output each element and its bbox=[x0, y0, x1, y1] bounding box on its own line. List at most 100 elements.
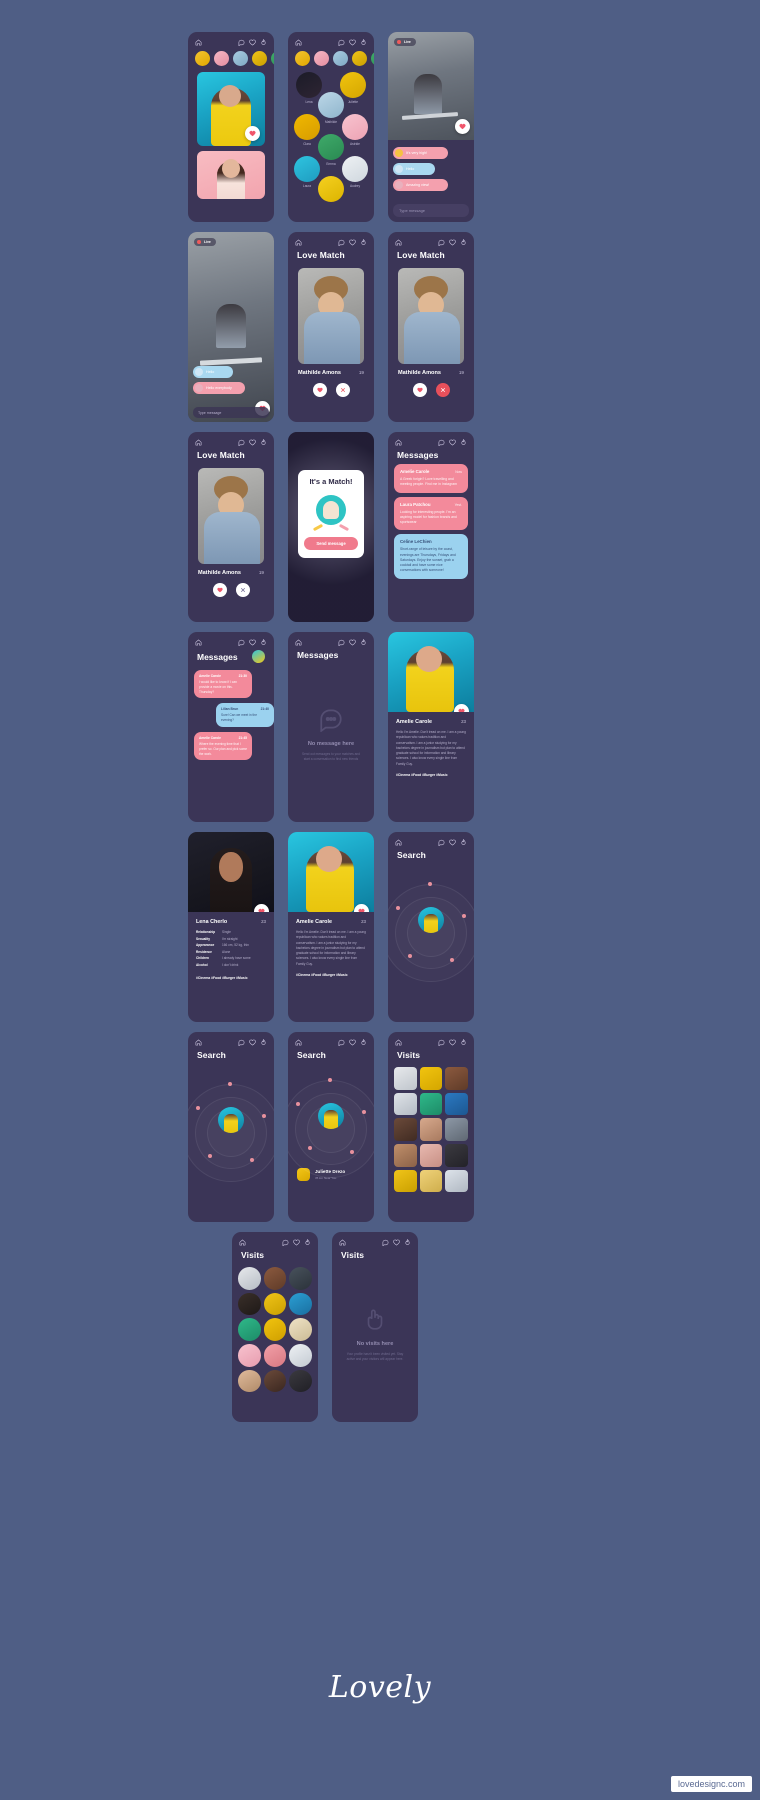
radar-dot[interactable] bbox=[396, 906, 400, 910]
visit-avatar[interactable] bbox=[289, 1318, 312, 1341]
story-avatar[interactable] bbox=[214, 51, 229, 66]
chat-bubble-icon[interactable] bbox=[338, 239, 345, 246]
flame-icon[interactable] bbox=[360, 238, 367, 246]
home-icon[interactable] bbox=[195, 38, 202, 46]
story-avatar[interactable] bbox=[371, 51, 374, 66]
heart-outline-icon[interactable] bbox=[449, 239, 456, 246]
visit-avatar[interactable] bbox=[289, 1292, 312, 1316]
heart-outline-icon[interactable] bbox=[249, 39, 256, 46]
flame-icon[interactable] bbox=[260, 38, 267, 46]
feed-photo-secondary[interactable] bbox=[197, 151, 265, 199]
heart-outline-icon[interactable] bbox=[349, 39, 356, 46]
home-icon[interactable] bbox=[239, 1238, 246, 1246]
visit-avatar[interactable] bbox=[289, 1369, 312, 1393]
heart-outline-icon[interactable] bbox=[349, 639, 356, 646]
home-icon[interactable] bbox=[395, 838, 402, 846]
heart-outline-icon[interactable] bbox=[449, 1039, 456, 1046]
radar-dot[interactable] bbox=[208, 1154, 212, 1158]
radar-dot[interactable] bbox=[308, 1146, 312, 1150]
person-bubble[interactable] bbox=[296, 72, 322, 98]
chat-bubble[interactable]: Amelie Carole 21:30 I would like to know… bbox=[194, 670, 252, 699]
message-thread-item[interactable]: Amelie Carole Now A Greek forigin? Love … bbox=[394, 464, 468, 493]
visit-tile[interactable] bbox=[419, 1144, 443, 1167]
home-icon[interactable] bbox=[295, 238, 302, 246]
heart-outline-icon[interactable] bbox=[449, 439, 456, 446]
person-bubble[interactable] bbox=[340, 72, 366, 98]
story-avatar[interactable] bbox=[233, 51, 248, 66]
person-bubble[interactable] bbox=[318, 92, 344, 118]
visit-tile[interactable] bbox=[445, 1144, 468, 1167]
home-icon[interactable] bbox=[295, 1038, 302, 1046]
visit-tile[interactable] bbox=[445, 1118, 468, 1141]
flame-icon[interactable] bbox=[460, 1038, 467, 1046]
story-avatar[interactable] bbox=[352, 51, 367, 66]
home-icon[interactable] bbox=[395, 1038, 402, 1046]
heart-outline-icon[interactable] bbox=[349, 239, 356, 246]
radar-dot[interactable] bbox=[296, 1102, 300, 1106]
chat-bubble[interactable]: Hello everybody bbox=[193, 382, 245, 394]
dislike-button-active[interactable] bbox=[435, 383, 450, 397]
person-bubble[interactable] bbox=[318, 176, 344, 202]
radar-dot[interactable] bbox=[362, 1110, 366, 1114]
visit-avatar[interactable] bbox=[238, 1344, 261, 1367]
flame-icon[interactable] bbox=[260, 1038, 267, 1046]
like-button[interactable] bbox=[312, 383, 327, 397]
visit-avatar[interactable] bbox=[263, 1267, 287, 1290]
avatar[interactable] bbox=[252, 650, 265, 663]
visit-avatar[interactable] bbox=[263, 1369, 287, 1393]
message-thread-item[interactable]: Laura Patchou Yest. Looking for interest… bbox=[394, 496, 468, 531]
profile-photo[interactable] bbox=[288, 832, 374, 912]
chat-bubble-icon[interactable] bbox=[438, 1039, 445, 1046]
chat-bubble-icon[interactable] bbox=[338, 39, 345, 46]
visit-avatar[interactable] bbox=[263, 1318, 287, 1342]
profile-photo[interactable] bbox=[388, 632, 474, 712]
visit-tile[interactable] bbox=[394, 1067, 417, 1090]
chat-bubble-icon[interactable] bbox=[238, 1039, 245, 1046]
person-bubble[interactable] bbox=[294, 156, 320, 182]
message-input[interactable]: Type message bbox=[193, 407, 269, 418]
chat-bubble-icon[interactable] bbox=[238, 639, 245, 646]
visit-tile[interactable] bbox=[419, 1067, 443, 1090]
heart-outline-icon[interactable] bbox=[249, 439, 256, 446]
story-avatar[interactable] bbox=[295, 51, 310, 66]
radar-dot[interactable] bbox=[228, 1082, 232, 1086]
chat-bubble-icon[interactable] bbox=[382, 1239, 389, 1246]
story-avatar[interactable] bbox=[333, 51, 348, 66]
visit-tile[interactable] bbox=[445, 1169, 468, 1193]
radar-dot[interactable] bbox=[196, 1106, 200, 1110]
chat-bubble-icon[interactable] bbox=[438, 839, 445, 846]
visit-tile[interactable] bbox=[419, 1169, 443, 1193]
visit-avatar[interactable] bbox=[238, 1318, 261, 1341]
story-avatar[interactable] bbox=[314, 51, 329, 66]
visit-tile[interactable] bbox=[394, 1144, 417, 1167]
flame-icon[interactable] bbox=[460, 838, 467, 846]
match-photo[interactable] bbox=[198, 468, 264, 564]
visit-avatar[interactable] bbox=[238, 1292, 261, 1316]
heart-outline-icon[interactable] bbox=[249, 639, 256, 646]
chat-bubble-icon[interactable] bbox=[338, 1039, 345, 1046]
radar-dot[interactable] bbox=[250, 1158, 254, 1162]
person-bubble[interactable] bbox=[342, 114, 368, 140]
visit-avatar[interactable] bbox=[238, 1267, 261, 1290]
flame-icon[interactable] bbox=[360, 1038, 367, 1046]
visit-tile[interactable] bbox=[445, 1092, 468, 1116]
radar-dot[interactable] bbox=[328, 1078, 332, 1082]
chat-bubble-icon[interactable] bbox=[338, 639, 345, 646]
home-icon[interactable] bbox=[395, 438, 402, 446]
chat-bubble-icon[interactable] bbox=[238, 39, 245, 46]
radar-dot[interactable] bbox=[262, 1114, 266, 1118]
visit-avatar[interactable] bbox=[289, 1344, 312, 1367]
like-button[interactable] bbox=[254, 904, 269, 912]
home-icon[interactable] bbox=[195, 1038, 202, 1046]
match-photo[interactable] bbox=[298, 268, 364, 364]
like-button[interactable] bbox=[412, 383, 427, 397]
flame-icon[interactable] bbox=[460, 238, 467, 246]
chat-bubble-icon[interactable] bbox=[438, 439, 445, 446]
chat-bubble[interactable]: Hello bbox=[393, 163, 435, 175]
message-input[interactable]: Type message bbox=[393, 204, 469, 217]
heart-outline-icon[interactable] bbox=[393, 1239, 400, 1246]
visit-tile[interactable] bbox=[445, 1067, 468, 1090]
radar-dot[interactable] bbox=[462, 914, 466, 918]
home-icon[interactable] bbox=[295, 38, 302, 46]
message-thread-item[interactable]: Celine LeChien Short-range of leisure by… bbox=[394, 534, 468, 579]
